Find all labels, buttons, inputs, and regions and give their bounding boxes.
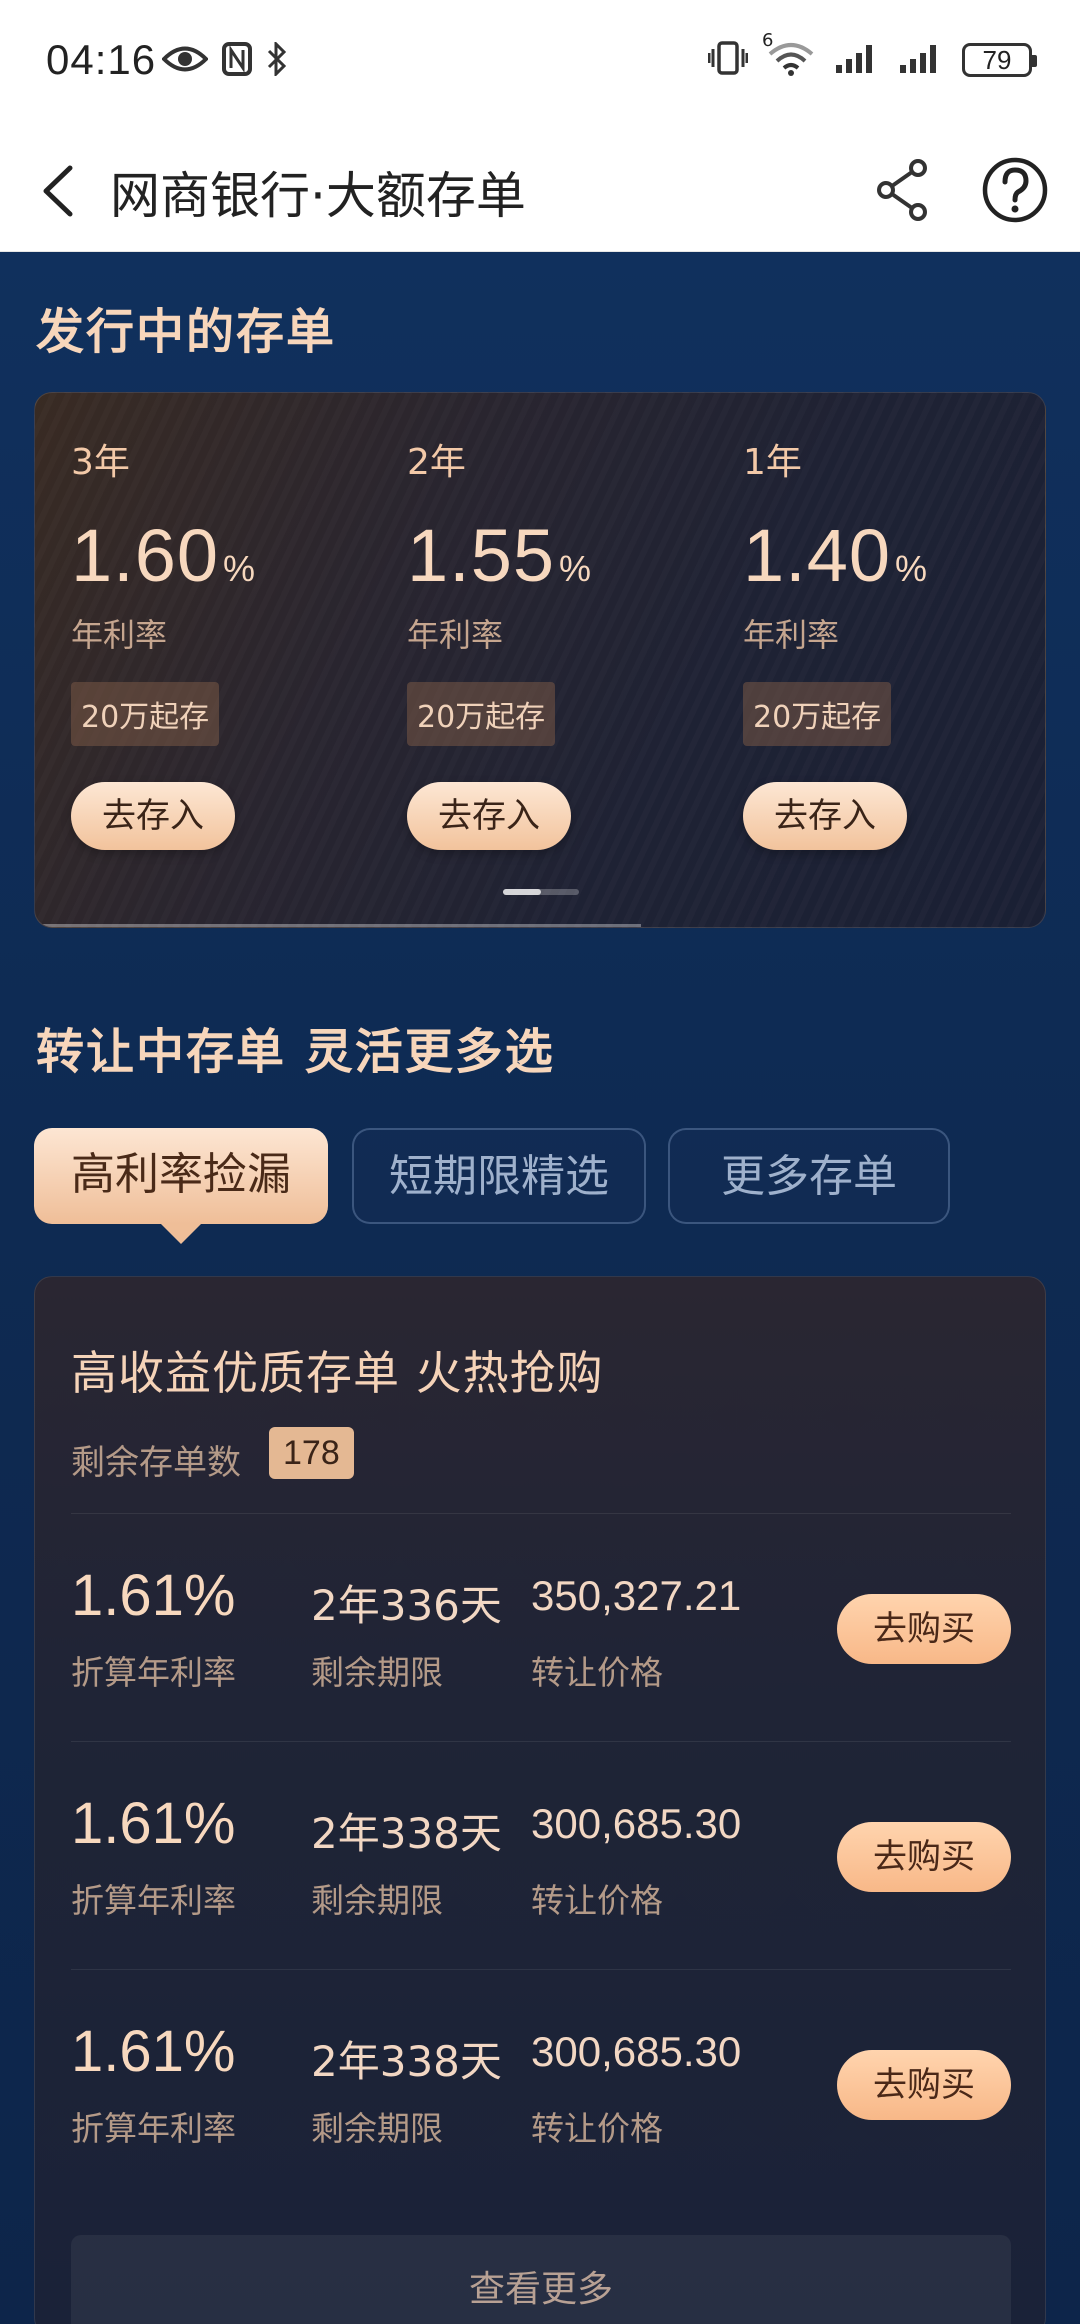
product-term: 3年 [71, 442, 130, 483]
row-term-label: 剩余期限 [311, 1653, 443, 1692]
row-rate: 1.61% [71, 2019, 236, 2084]
pager-dot-active [503, 889, 541, 895]
product-rate: 1.55% [407, 514, 593, 597]
tab-more-deposits[interactable]: 更多存单 [668, 1128, 950, 1224]
row-price: 300,685.30 [531, 2028, 742, 2075]
product-1y[interactable]: 1年 1.40% 年利率 20万起存 去存入 [743, 433, 1043, 850]
issuing-section-title: 发行中的存单 [36, 304, 337, 360]
row-term-label: 剩余期限 [311, 2109, 443, 2148]
min-deposit-badge: 20万起存 [743, 682, 892, 746]
carousel-pager [503, 889, 579, 895]
product-rate: 1.40% [743, 514, 929, 597]
row-price: 350,327.21 [531, 1572, 742, 1619]
table-row[interactable]: 1.61% 折算年利率 2年338天 剩余期限 300,685.30 转让价格 … [71, 1969, 1011, 2197]
signal-icon [898, 41, 944, 79]
deposit-button[interactable]: 去存入 [743, 782, 907, 850]
scroll-indicator [35, 924, 641, 927]
share-icon[interactable] [870, 150, 936, 230]
deposit-button[interactable]: 去存入 [71, 782, 235, 850]
bluetooth-icon [266, 40, 288, 80]
table-row[interactable]: 1.61% 折算年利率 2年338天 剩余期限 300,685.30 转让价格 … [71, 1741, 1011, 1969]
help-icon[interactable] [980, 150, 1050, 230]
tab-high-rate[interactable]: 高利率捡漏 [34, 1128, 328, 1244]
transfer-tabs: 高利率捡漏 短期限精选 更多存单 [34, 1128, 1046, 1244]
table-row[interactable]: 1.61% 折算年利率 2年336天 剩余期限 350,327.21 转让价格 … [71, 1513, 1011, 1741]
row-term: 2年338天 [311, 2037, 502, 2086]
wifi-icon: 6 [762, 30, 816, 80]
product-rate-label: 年利率 [743, 616, 840, 654]
transfer-list-card: 高收益优质存单 火热抢购 剩余存单数 178 1.61% 折算年利率 2年336… [34, 1276, 1046, 2324]
product-rate: 1.60% [71, 514, 257, 597]
row-term: 2年338天 [311, 1809, 502, 1858]
row-rate-label: 折算年利率 [71, 2109, 236, 2148]
chevron-left-icon[interactable] [34, 158, 94, 224]
row-price: 300,685.30 [531, 1800, 742, 1847]
tab-short-term[interactable]: 短期限精选 [352, 1128, 646, 1224]
transfer-section-title: 转让中存单 灵活更多选 [36, 1024, 555, 1080]
battery-indicator: 79 [962, 43, 1037, 77]
eye-icon [161, 44, 209, 78]
buy-button[interactable]: 去购买 [837, 1822, 1011, 1892]
product-2y[interactable]: 2年 1.55% 年利率 20万起存 去存入 [407, 433, 707, 850]
row-rate: 1.61% [71, 1563, 236, 1628]
remaining-label: 剩余存单数 [71, 1443, 241, 1483]
status-time: 04:16 [46, 36, 157, 83]
product-rate-label: 年利率 [407, 616, 504, 654]
row-rate-label: 折算年利率 [71, 1653, 236, 1692]
buy-button[interactable]: 去购买 [837, 1594, 1011, 1664]
deposit-button[interactable]: 去存入 [407, 782, 571, 850]
main-content: 发行中的存单 3年 1.60% 年利率 20万起存 去存入 2年 1.55% 年… [0, 252, 1080, 2324]
row-price-label: 转让价格 [531, 2109, 663, 2148]
vibrate-icon [707, 41, 749, 79]
title-bar: 网商银行·大额存单 [0, 130, 1080, 252]
view-more-button[interactable]: 查看更多 [71, 2235, 1011, 2324]
row-price-label: 转让价格 [531, 1653, 663, 1692]
product-term: 2年 [407, 442, 466, 483]
remaining-count-badge: 178 [269, 1427, 354, 1479]
product-term: 1年 [743, 442, 802, 483]
min-deposit-badge: 20万起存 [71, 682, 220, 746]
card-title: 高收益优质存单 火热抢购 [71, 1346, 604, 1400]
network-tag: 6 [762, 30, 774, 51]
buy-button[interactable]: 去购买 [837, 2050, 1011, 2120]
product-3y[interactable]: 3年 1.60% 年利率 20万起存 去存入 [71, 433, 371, 850]
nfc-icon [222, 42, 252, 80]
row-price-label: 转让价格 [531, 1881, 663, 1920]
row-rate-label: 折算年利率 [71, 1881, 236, 1920]
page-title: 网商银行·大额存单 [110, 167, 526, 225]
row-term: 2年336天 [311, 1581, 502, 1630]
product-rate-label: 年利率 [71, 616, 168, 654]
signal-icon [834, 41, 880, 79]
issuing-products-card[interactable]: 3年 1.60% 年利率 20万起存 去存入 2年 1.55% 年利率 20万起… [34, 392, 1046, 928]
status-bar: 04:16 6 79 [0, 0, 1080, 130]
min-deposit-badge: 20万起存 [407, 682, 556, 746]
row-rate: 1.61% [71, 1791, 236, 1856]
row-term-label: 剩余期限 [311, 1881, 443, 1920]
